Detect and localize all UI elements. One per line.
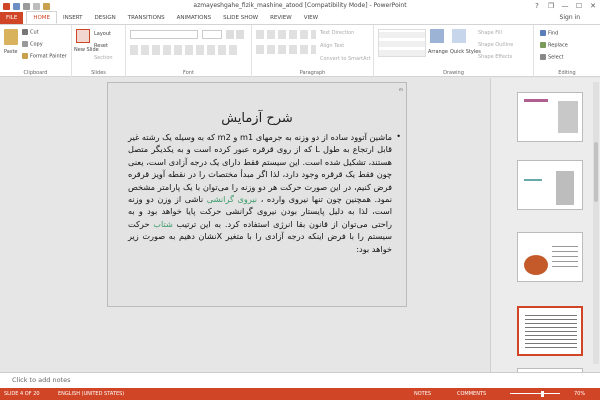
font-size-combo[interactable] — [202, 30, 222, 39]
font-name-combo[interactable] — [130, 30, 198, 39]
tab-animations[interactable]: ANIMATIONS — [171, 12, 218, 24]
paste-button[interactable]: Paste — [4, 49, 18, 55]
scrollbar-thumb[interactable] — [594, 142, 598, 202]
replace-button[interactable]: Replace — [540, 42, 568, 49]
minimize-button[interactable]: — — [558, 0, 572, 12]
quick-styles-button[interactable]: Quick Styles — [450, 49, 481, 55]
grow-font-icon[interactable] — [226, 30, 234, 39]
clipboard-label: Clipboard — [23, 70, 48, 76]
select-button[interactable]: Select — [540, 54, 563, 61]
status-bar: SLIDE 4 OF 20 ENGLISH (UNITED STATES) NO… — [0, 388, 600, 400]
shape-outline-button[interactable]: Shape Outline — [478, 42, 513, 48]
font-label: Font — [183, 70, 194, 76]
new-slide-icon[interactable] — [76, 29, 90, 43]
slide-title[interactable]: شرح آزمایش — [108, 111, 406, 126]
text-lines — [552, 243, 578, 267]
slides-group: New Slide Layout Reset Section Slides — [72, 25, 126, 77]
reset-button[interactable]: Reset — [94, 43, 108, 49]
find-button[interactable]: Find — [540, 30, 558, 37]
ribbon-tabs: FILE HOME INSERT DESIGN TRANSITIONS ANIM… — [0, 11, 600, 25]
shape-effects-button[interactable]: Shape Effects — [478, 54, 512, 60]
text-mark — [524, 179, 542, 181]
slide-thumbnail-3[interactable] — [517, 232, 583, 282]
slide-counter: SLIDE 4 OF 20 — [4, 391, 40, 397]
title-bar: azmayeshgahe_fizik_mashine_atood [Compat… — [0, 0, 600, 12]
tab-transitions[interactable]: TRANSITIONS — [122, 12, 171, 24]
zoom-slider[interactable] — [510, 393, 560, 394]
language-indicator[interactable]: ENGLISH (UNITED STATES) — [58, 388, 124, 400]
format-painter-button[interactable]: Format Painter — [22, 53, 67, 60]
slides-label: Slides — [91, 70, 106, 76]
tab-file[interactable]: FILE — [0, 12, 24, 24]
quick-styles-icon[interactable] — [452, 29, 466, 43]
align-text-button[interactable]: Align Text — [320, 43, 344, 49]
paragraph-group: Text Direction Align Text Convert to Sma… — [252, 25, 374, 77]
vertical-scrollbar[interactable] — [593, 82, 599, 364]
paragraph-label: Paragraph — [299, 70, 326, 76]
convert-smartart-button[interactable]: Convert to SmartArt — [320, 56, 371, 62]
replace-icon — [540, 42, 546, 48]
alignment-buttons[interactable] — [256, 45, 316, 54]
highlighted-term-gravity[interactable]: نیروی گرانشی — [207, 194, 257, 204]
comments-button[interactable]: COMMENTS — [457, 388, 486, 400]
notes-pane[interactable]: Click to add notes — [0, 372, 600, 388]
slide-thumbnail-1[interactable] — [517, 92, 583, 142]
layout-button[interactable]: Layout — [94, 31, 111, 37]
sign-in-link[interactable]: Sign in — [560, 14, 580, 21]
title-bar-mark — [524, 99, 548, 102]
tab-home[interactable]: HOME — [26, 11, 58, 24]
slide-thumbnail-2[interactable] — [517, 160, 583, 210]
shrink-font-icon[interactable] — [236, 30, 244, 39]
ribbon: Paste Cut Copy Format Painter Clipboard … — [0, 25, 600, 77]
copy-icon — [22, 41, 28, 47]
arrange-button[interactable]: Arrange — [428, 49, 448, 55]
help-button[interactable]: ? — [530, 0, 544, 12]
slide-thumbnail-4[interactable] — [517, 306, 583, 356]
ribbon-display-button[interactable]: ❐ — [544, 0, 558, 12]
slide-body-text[interactable]: • ماشین آتوود ساده از دو وزنه به جرمهای … — [128, 131, 401, 255]
notes-button[interactable]: NOTES — [414, 388, 431, 400]
clipboard-group: Paste Cut Copy Format Painter Clipboard — [0, 25, 72, 77]
search-icon — [540, 30, 546, 36]
window-title: azmayeshgahe_fizik_mashine_atood [Compat… — [193, 2, 407, 9]
bullet-point: • — [396, 132, 401, 141]
window-controls: ? ❐ — ☐ ✕ — [530, 0, 600, 12]
shapes-gallery[interactable] — [378, 29, 426, 57]
apparatus-image — [558, 101, 578, 133]
highlighted-term-acceleration[interactable]: شتاب — [153, 219, 173, 229]
zoom-level[interactable]: 70% — [574, 388, 585, 400]
slide-thumbnail-pane: 1 2 3 4 — [490, 78, 600, 372]
tab-design[interactable]: DESIGN — [89, 12, 122, 24]
list-buttons[interactable] — [256, 30, 316, 39]
tab-insert[interactable]: INSERT — [57, 12, 88, 24]
shape-fill-button[interactable]: Shape Fill — [478, 30, 502, 36]
tab-slide-show[interactable]: SLIDE SHOW — [217, 12, 264, 24]
copy-button[interactable]: Copy — [22, 41, 43, 48]
brush-icon — [22, 53, 28, 59]
apparatus-image — [556, 171, 574, 205]
text-direction-button[interactable]: Text Direction — [320, 30, 354, 36]
section-button[interactable]: Section — [94, 55, 113, 61]
font-group: Font — [126, 25, 252, 77]
close-button[interactable]: ✕ — [586, 0, 600, 12]
select-icon — [540, 54, 546, 60]
notes-placeholder[interactable]: Click to add notes — [12, 376, 70, 384]
cut-button[interactable]: Cut — [22, 29, 39, 36]
wheel-image — [524, 255, 548, 275]
zoom-slider-knob[interactable] — [541, 391, 544, 397]
tab-view[interactable]: VIEW — [298, 12, 324, 24]
paste-icon[interactable] — [4, 29, 18, 45]
tab-review[interactable]: REVIEW — [264, 12, 298, 24]
editing-label: Editing — [558, 70, 576, 76]
editing-group: Find Replace Select Editing — [534, 25, 600, 77]
arrange-icon[interactable] — [430, 29, 444, 43]
scissors-icon — [22, 29, 28, 35]
font-format-buttons[interactable] — [130, 45, 240, 55]
current-slide[interactable]: شرح آزمایش • ماشین آتوود ساده از دو وزنه… — [107, 82, 407, 307]
slide-corner-mark: m — [399, 87, 403, 92]
drawing-group: Arrange Quick Styles Shape Fill Shape Ou… — [374, 25, 534, 77]
text-lines — [525, 314, 577, 348]
drawing-label: Drawing — [443, 70, 464, 76]
maximize-button[interactable]: ☐ — [572, 0, 586, 12]
